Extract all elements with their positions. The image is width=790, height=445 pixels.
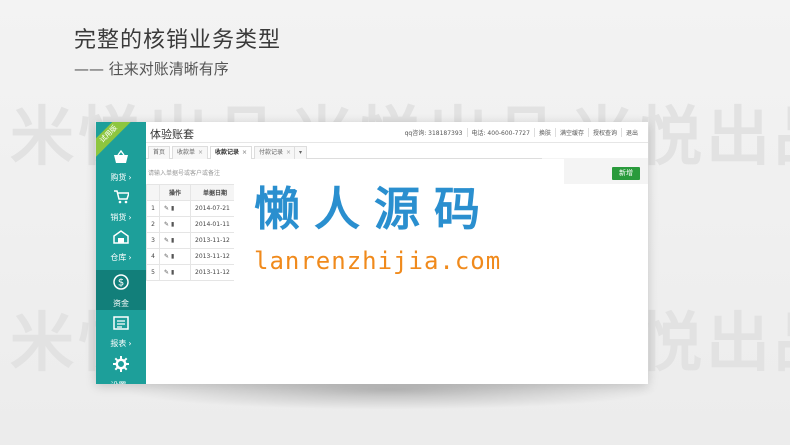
tab-label: 收款记录 xyxy=(215,149,240,156)
app-title: 体验账套 xyxy=(150,128,194,141)
sidebar-item-sales[interactable]: 销货 › xyxy=(96,186,146,226)
report-icon xyxy=(113,316,129,330)
brand-overlay: 懒人源码 lanrenzhijia.com xyxy=(234,159,564,383)
row-date: 2014-07-21 xyxy=(190,200,240,217)
chevron-right-icon: › xyxy=(128,381,131,384)
brand-name: 懒人源码 xyxy=(254,182,494,236)
row-date: 2014-01-11 xyxy=(190,216,240,233)
close-icon[interactable]: × xyxy=(286,149,291,156)
search-input[interactable]: 请输入单据号或客户或备注 xyxy=(148,168,220,177)
top-menu: qq咨询: 318187393 电话: 400-600-7727 换肤 满空缓存… xyxy=(401,128,642,137)
tab-bar: 首页 收款单 × 收款记录 × 付款记录 × ▾ xyxy=(146,144,648,159)
change-skin-link[interactable]: 换肤 xyxy=(533,128,555,137)
page-heading: 完整的核销业务类型 xyxy=(74,28,282,53)
row-index: 1 xyxy=(146,200,160,217)
table-row: 3 ✎ ▮ 2013-11-12 xyxy=(146,232,240,249)
chevron-right-icon: › xyxy=(128,213,132,222)
sidebar-item-label: 资金 xyxy=(113,299,129,308)
column-header xyxy=(146,184,160,201)
chevron-right-icon: › xyxy=(128,253,132,262)
row-index: 2 xyxy=(146,216,160,233)
table-row: 5 ✎ ▮ 2013-11-12 xyxy=(146,264,240,281)
clear-cache-link[interactable]: 满空缓存 xyxy=(554,128,588,137)
delete-icon[interactable]: ▮ xyxy=(171,269,174,276)
app-header: 体验账套 qq咨询: 318187393 电话: 400-600-7727 换肤… xyxy=(146,122,648,143)
records-table: 操作 单据日期 1 ✎ ▮ 2014-07-21 2 ✎ ▮ 2014-01-1… xyxy=(146,184,240,281)
cart-icon xyxy=(114,190,129,204)
tab-receipt-records[interactable]: 收款记录 × xyxy=(210,146,253,159)
delete-icon[interactable]: ▮ xyxy=(171,205,174,212)
sidebar-item-label: 购货 xyxy=(110,173,127,182)
column-header: 操作 xyxy=(159,184,191,201)
table-header-row: 操作 单据日期 xyxy=(146,184,240,201)
sidebar-item-warehouse[interactable]: 仓库 › xyxy=(96,226,146,266)
delete-icon[interactable]: ▮ xyxy=(171,253,174,260)
sidebar-item-reports[interactable]: 报表 › xyxy=(96,312,146,352)
edit-icon[interactable]: ✎ xyxy=(164,253,169,260)
add-button[interactable]: 新增 xyxy=(612,167,640,180)
tab-label: 首页 xyxy=(153,149,166,156)
chevron-down-icon: ▾ xyxy=(299,149,303,156)
basket-icon xyxy=(114,150,128,163)
row-index: 5 xyxy=(146,264,160,281)
page-subheading: —— 往来对账清晰有序 xyxy=(74,60,229,78)
row-date: 2013-11-12 xyxy=(190,264,240,281)
tab-payment-records[interactable]: 付款记录 × xyxy=(254,146,297,159)
edit-icon[interactable]: ✎ xyxy=(164,205,169,212)
close-icon[interactable]: × xyxy=(198,149,203,156)
gear-icon xyxy=(113,356,129,372)
tab-label: 付款记录 xyxy=(259,149,284,156)
tab-dropdown[interactable]: ▾ xyxy=(294,146,308,159)
chevron-right-icon: › xyxy=(128,339,132,348)
tab-receipt[interactable]: 收款单 × xyxy=(172,146,209,159)
sidebar-item-label: 报表 xyxy=(110,339,127,348)
edit-icon[interactable]: ✎ xyxy=(164,237,169,244)
edit-icon[interactable]: ✎ xyxy=(164,269,169,276)
sidebar: 试用版 购货› 销货› 仓库› $ 资金 报表› 设置› xyxy=(96,122,146,384)
sidebar-item-settings[interactable]: 设置› xyxy=(96,352,146,384)
brand-url: lanrenzhijia.com xyxy=(254,247,502,275)
phone-info: 电话: 400-600-7727 xyxy=(466,128,534,137)
table-row: 1 ✎ ▮ 2014-07-21 xyxy=(146,200,240,217)
warehouse-icon xyxy=(113,230,129,244)
sidebar-item-label: 设置 xyxy=(110,381,126,384)
logout-link[interactable]: 退出 xyxy=(620,128,642,137)
svg-text:$: $ xyxy=(118,278,124,289)
qq-contact-link[interactable]: qq咨询: 318187393 xyxy=(401,128,467,137)
sidebar-item-label: 销货 xyxy=(110,213,127,222)
row-index: 4 xyxy=(146,248,160,265)
dollar-icon: $ xyxy=(113,274,129,290)
delete-icon[interactable]: ▮ xyxy=(171,221,174,228)
tab-label: 收款单 xyxy=(177,149,196,156)
delete-icon[interactable]: ▮ xyxy=(171,237,174,244)
tab-home[interactable]: 首页 xyxy=(148,146,171,159)
column-header[interactable]: 单据日期 xyxy=(190,184,240,201)
sidebar-item-purchase[interactable]: 购货 › xyxy=(96,146,146,186)
row-index: 3 xyxy=(146,232,160,249)
chevron-right-icon: › xyxy=(128,173,132,182)
table-row: 2 ✎ ▮ 2014-01-11 xyxy=(146,216,240,233)
row-date: 2013-11-12 xyxy=(190,248,240,265)
edit-icon[interactable]: ✎ xyxy=(164,221,169,228)
row-date: 2013-11-12 xyxy=(190,232,240,249)
sidebar-item-funds[interactable]: $ 资金 xyxy=(96,270,146,310)
table-row: 4 ✎ ▮ 2013-11-12 xyxy=(146,248,240,265)
sidebar-item-label: 仓库 xyxy=(110,253,127,262)
close-icon[interactable]: × xyxy=(242,149,247,156)
license-query-link[interactable]: 授权查询 xyxy=(587,128,621,137)
